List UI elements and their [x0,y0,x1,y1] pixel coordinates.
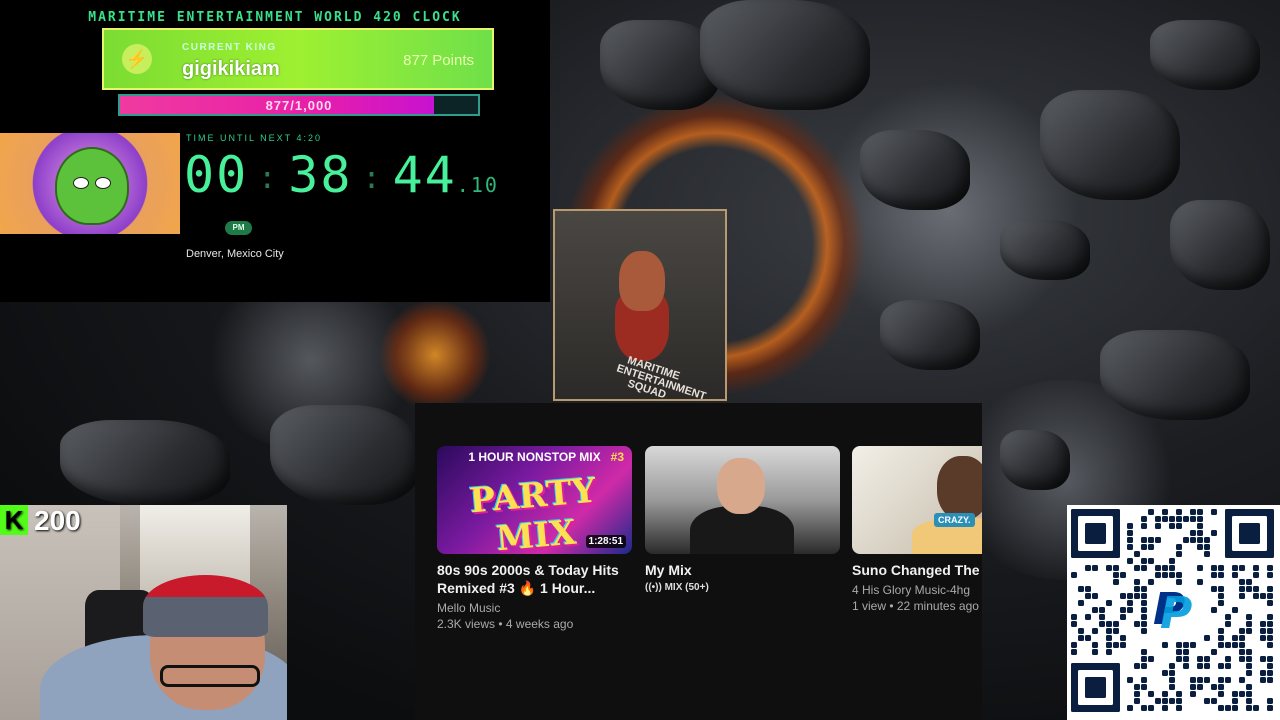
video-card[interactable]: My Mix ((•)) MIX (50+) [645,446,840,593]
period-badge: PM [225,221,252,235]
asteroid [1040,90,1180,200]
countdown-fraction: .10 [456,173,499,197]
fire-burst [380,300,490,410]
video-meta: 2.3K views • 4 weeks ago [437,617,574,631]
asteroid [700,0,870,110]
kick-counter: K 200 [0,505,81,537]
thumbnail-badge: CRAZY. [934,513,975,527]
countdown-display: 00:38:44.10 [184,146,499,204]
asteroid [880,300,980,370]
asteroid [270,405,420,505]
countdown-minutes: 38 [288,146,353,204]
video-channel[interactable]: Mello Music [437,601,632,615]
webcam-feed [0,505,287,720]
thumbnail-top-text: 1 HOUR NONSTOP MIX [468,450,601,464]
asteroid [1150,20,1260,90]
lightning-icon: ⚡ [122,44,152,74]
video-title[interactable]: Suno Changed The G [852,561,982,579]
clock-panel: MARITIME ENTERTAINMENT WORLD 420 CLOCK ⚡… [0,0,550,302]
points-progress-bar: 877/1,000 [118,94,480,116]
mascot-eye [73,177,89,189]
poster-text: MARITIME ENTERTAINMENT SQUAD [615,354,708,401]
video-thumbnail[interactable]: CRAZY. [852,446,982,554]
video-card[interactable]: CRAZY. Suno Changed The G 4 His Glory Mu… [852,446,982,613]
video-title[interactable]: My Mix [645,561,840,579]
countdown-hours: 00 [184,146,249,204]
video-title-line: 80s 90s 2000s & Today Hits [437,562,619,578]
current-king-points: 877 Points [403,52,474,69]
mascot-eye [95,177,111,189]
asteroid [1000,430,1070,490]
clock-title: MARITIME ENTERTAINMENT WORLD 420 CLOCK [88,10,462,25]
asteroid [1100,330,1250,420]
asteroid [860,130,970,210]
city-names: Denver, Mexico City [186,248,284,260]
poster-head [619,251,665,311]
maritime-poster: MARITIME ENTERTAINMENT SQUAD [553,209,727,401]
current-king-card: ⚡ CURRENT KING gigikikiam 877 Points [102,28,494,90]
kick-count: 200 [34,505,81,536]
mascot-face [69,177,115,189]
video-card[interactable]: 1 HOUR NONSTOP MIX #3 PARTY MIX 1:28:51 … [437,446,632,631]
video-thumbnail[interactable]: 1 HOUR NONSTOP MIX #3 PARTY MIX 1:28:51 [437,446,632,554]
countdown-separator: : [362,161,383,196]
paypal-logo-icon: P P [1147,585,1197,639]
video-title[interactable]: 80s 90s 2000s & Today Hits Remixed #3 🔥 … [437,561,632,597]
countdown-separator: : [258,161,279,196]
weed-leaf-character [55,147,129,225]
thumbnail-person-face [717,458,765,514]
asteroid [1170,200,1270,290]
paypal-qr-code[interactable]: P P [1067,505,1280,720]
video-duration: 1:28:51 [585,535,626,548]
video-thumbnail[interactable] [645,446,840,554]
weed-mascot-image [0,133,180,234]
video-title-line: Remixed #3 🔥 1 Hour... [437,580,596,596]
webcam-person-glasses [160,665,260,687]
thumbnail-person-face [937,456,982,520]
asteroid [1000,220,1090,280]
youtube-recommendations-panel: 1 HOUR NONSTOP MIX #3 PARTY MIX 1:28:51 … [415,403,982,720]
asteroid [60,420,230,505]
mix-subtitle: ((•)) MIX (50+) [645,582,709,593]
webcam-person-beanie [143,575,268,637]
time-until-label: TIME UNTIL NEXT 4:20 [186,133,323,143]
video-channel[interactable]: 4 His Glory Music-4hg [852,583,982,597]
current-king-label: CURRENT KING [182,42,277,53]
thumbnail-number: #3 [610,450,624,464]
progress-text: 877/1,000 [265,98,333,113]
countdown-seconds: 44 [392,146,457,204]
kick-logo-icon: K [0,505,28,535]
video-meta: 1 view • 22 minutes ago [852,599,979,613]
paypal-logo-letter: P [1160,588,1193,639]
current-king-name: gigikikiam [182,58,280,80]
